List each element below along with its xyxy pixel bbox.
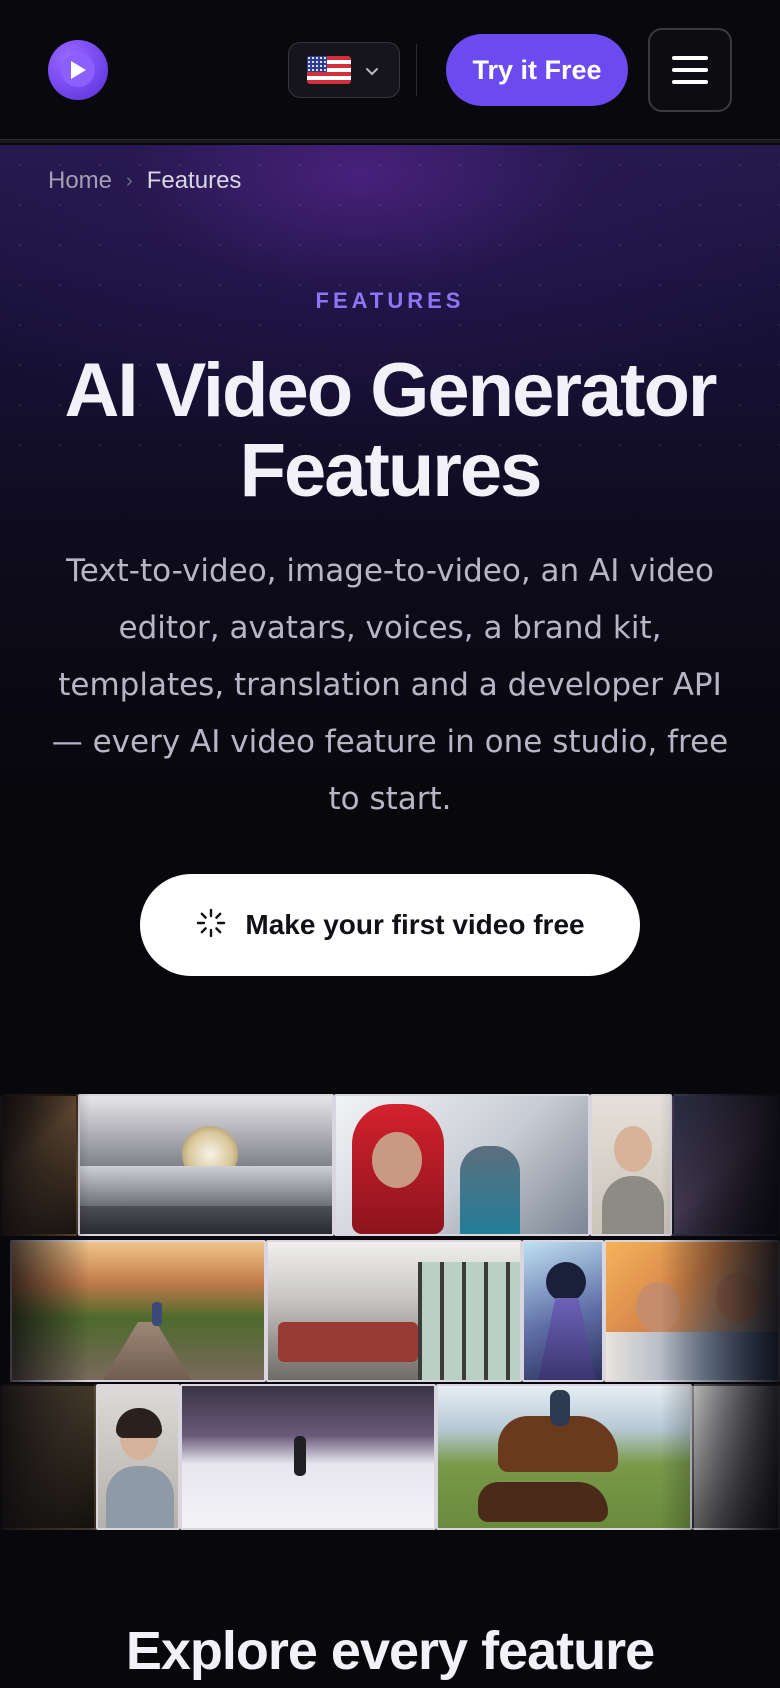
breadcrumb-current: Features [146,167,242,194]
hero-description: Text-to-video, image-to-video, an AI vid… [51,553,729,817]
cowboy-horses-field-clip [436,1384,692,1530]
chevron-down-icon [365,61,379,80]
figure-skater-arena-clip [180,1384,436,1530]
play-icon [61,53,95,87]
eyebrow-label: FEATURES [315,288,465,313]
make-first-video-button[interactable]: Make your first video free [140,874,640,976]
hero-section: Home › Features FEATURES AI Video Genera… [0,145,780,1045]
page-title: AI Video Generator Features [64,348,717,513]
breadcrumb-separator: › [126,169,133,192]
page: Try it Free Home › Features FEATURES AI … [0,0,780,1688]
breadcrumb-home-link[interactable]: Home [48,167,112,195]
us-flag-icon [307,56,351,84]
anime-warrior-clip [522,1240,604,1382]
top-header: Try it Free [0,0,780,143]
office-interior-clip [266,1240,522,1382]
breadcrumb: Home › Features [48,167,241,195]
luxury-watch-clip [78,1094,334,1236]
header-divider [416,44,417,96]
hamburger-menu-icon[interactable] [648,28,732,112]
video-collage [0,1094,780,1530]
explore-heading: Explore every feature [125,1621,655,1681]
language-selector[interactable] [288,42,400,98]
make-first-video-label: Make your first video free [245,909,585,940]
woman-avatar-speaking-clip [96,1384,180,1530]
mountaineers-snow-clip [334,1094,590,1236]
sparkle-loader-icon [195,907,227,943]
try-it-free-button[interactable]: Try it Free [446,34,628,106]
brand-logo[interactable] [48,40,108,100]
